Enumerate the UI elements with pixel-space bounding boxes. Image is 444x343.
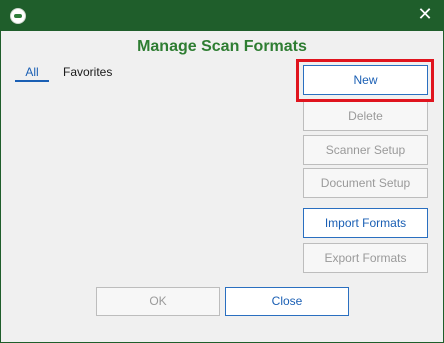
title-bar: ✕ xyxy=(1,1,443,31)
formats-list-area xyxy=(7,85,293,271)
new-button-highlight xyxy=(296,59,434,102)
dialog-heading: Manage Scan Formats xyxy=(137,38,307,55)
delete-button[interactable]: Delete xyxy=(303,101,428,131)
manage-scan-formats-dialog: ✕ Manage Scan Formats All Favorites New … xyxy=(0,0,444,343)
scanner-setup-button[interactable]: Scanner Setup xyxy=(303,135,428,165)
export-formats-button[interactable]: Export Formats xyxy=(303,243,428,273)
tab-favorites[interactable]: Favorites xyxy=(63,65,112,79)
ok-button[interactable]: OK xyxy=(96,287,220,316)
close-button[interactable]: Close xyxy=(225,287,349,316)
tab-all[interactable]: All xyxy=(15,65,49,82)
app-logo-icon xyxy=(10,8,26,24)
import-formats-button[interactable]: Import Formats xyxy=(303,208,428,238)
close-icon[interactable]: ✕ xyxy=(415,5,435,25)
document-setup-button[interactable]: Document Setup xyxy=(303,168,428,198)
